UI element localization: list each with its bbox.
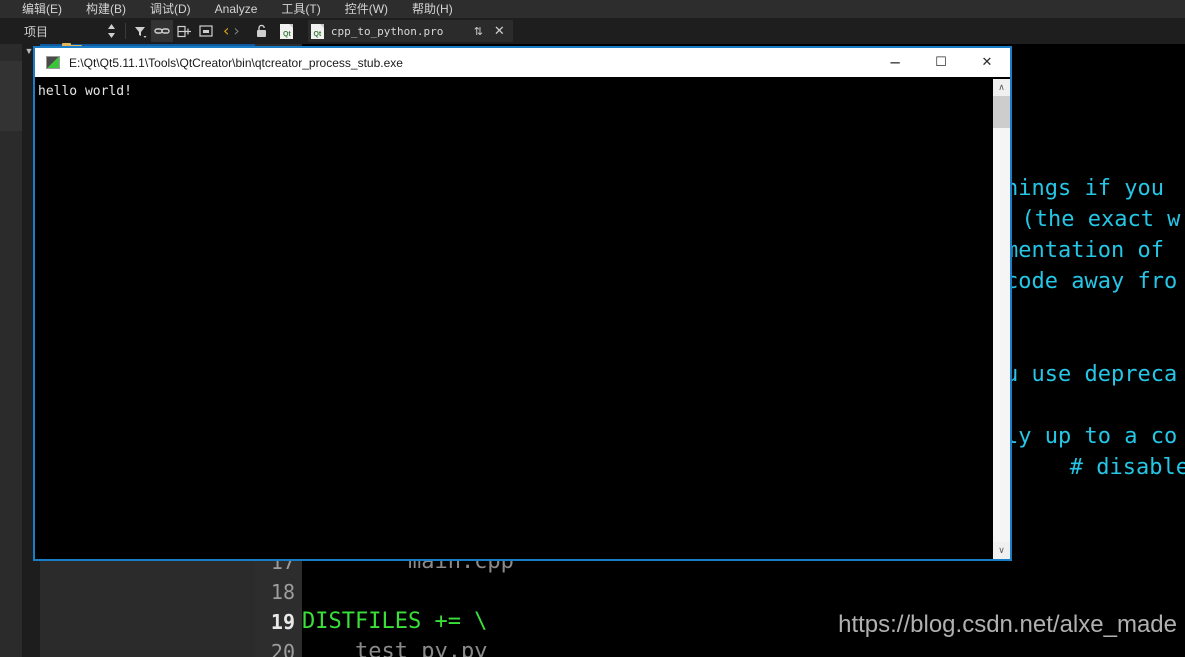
split-add-icon[interactable] (173, 20, 195, 42)
code-fragment-line: ly up to a co (1005, 424, 1178, 449)
code-fragment-line: (the exact w (995, 207, 1181, 232)
menu-item-analyze[interactable]: Analyze (215, 0, 258, 18)
open-file-name: cpp_to_python.pro (330, 24, 444, 38)
filter-icon[interactable] (129, 20, 151, 42)
nav-forward-icon[interactable]: › (233, 23, 239, 39)
link-sync-icon[interactable] (151, 20, 174, 42)
scrollbar-thumb[interactable] (993, 96, 1010, 128)
console-output-area[interactable]: hello world! (35, 79, 1010, 559)
line-number: 20 (270, 640, 295, 657)
sidebar-tool-icons (100, 20, 217, 42)
qt-pro-file-icon: Qt (280, 23, 294, 39)
scroll-down-icon[interactable]: ∨ (993, 542, 1010, 559)
menu-item-widgets[interactable]: 控件(W) (345, 0, 388, 18)
watermark-url: https://blog.csdn.net/alxe_made (838, 611, 1177, 638)
console-output-text: hello world! (38, 84, 132, 99)
code-fragment-line: nings if you (1005, 176, 1164, 201)
close-button[interactable]: ✕ (964, 47, 1010, 78)
console-scrollbar[interactable]: ∧ ∨ (993, 79, 1010, 559)
menu-item-build[interactable]: 构建(B) (86, 0, 126, 18)
updown-arrows-icon[interactable] (100, 20, 122, 42)
app-root: 编辑(E) 构建(B) 调试(D) Analyze 工具(T) 控件(W) 帮助… (0, 0, 1185, 657)
file-tab-close-icon[interactable]: ✕ (490, 23, 509, 39)
menu-item-edit[interactable]: 编辑(E) (22, 0, 62, 18)
maximize-button[interactable]: ☐ (918, 47, 964, 78)
qt-icon-label-tab: Qt (313, 30, 322, 38)
code-fragment-line: # disables (1030, 455, 1185, 480)
minimize-button[interactable]: ─ (872, 47, 918, 78)
line-number: 18 (270, 580, 295, 604)
menu-item-help[interactable]: 帮助(H) (412, 0, 453, 18)
scrollbar-track[interactable] (993, 96, 1010, 542)
activity-bar-active-item[interactable] (0, 61, 22, 131)
code-line-text: DISTFILES += \ (302, 609, 488, 634)
scroll-up-icon[interactable]: ∧ (993, 79, 1010, 96)
code-fragment-line: code away fro (1005, 269, 1178, 294)
menu-item-debug[interactable]: 调试(D) (150, 0, 191, 18)
unlock-icon[interactable] (252, 24, 272, 38)
console-window[interactable]: E:\Qt\Qt5.11.1\Tools\QtCreator\bin\qtcre… (33, 46, 1012, 561)
code-fragment-line: u use depreca (1005, 362, 1178, 387)
activity-bar[interactable] (0, 44, 22, 657)
console-app-icon (46, 56, 60, 69)
nav-back-icon[interactable]: ‹ (223, 23, 229, 39)
code-line-text: test_py.py (302, 639, 488, 657)
window-controls: ─ ☐ ✕ (872, 47, 1010, 78)
fullscreen-icon[interactable] (195, 20, 217, 42)
open-file-tab[interactable]: Qt cpp_to_python.pro ⇅ ✕ (307, 20, 513, 42)
file-type-icon: Qt (276, 20, 298, 42)
toolbar-separator (125, 23, 127, 39)
qt-pro-file-icon-tab: Qt (310, 23, 324, 39)
menu-bar: 编辑(E) 构建(B) 调试(D) Analyze 工具(T) 控件(W) 帮助… (0, 0, 1185, 18)
sidebar-toolbar: 项目 ‹ › Qt Qt cpp_to_python.pro ⇅ ✕ (0, 18, 1185, 44)
console-window-title: E:\Qt\Qt5.11.1\Tools\QtCreator\bin\qtcre… (69, 55, 403, 70)
qt-icon-label: Qt (282, 30, 291, 38)
console-title-bar[interactable]: E:\Qt\Qt5.11.1\Tools\QtCreator\bin\qtcre… (33, 46, 1012, 77)
code-fragment-line: mentation of (1005, 238, 1164, 263)
line-number-current: 19 (270, 610, 295, 634)
file-tab-dropdown-icon[interactable]: ⇅ (474, 25, 483, 38)
panel-title: 项目 (24, 24, 49, 39)
menu-item-tools[interactable]: 工具(T) (281, 0, 320, 18)
navigation-chevrons: ‹ › (223, 23, 240, 39)
